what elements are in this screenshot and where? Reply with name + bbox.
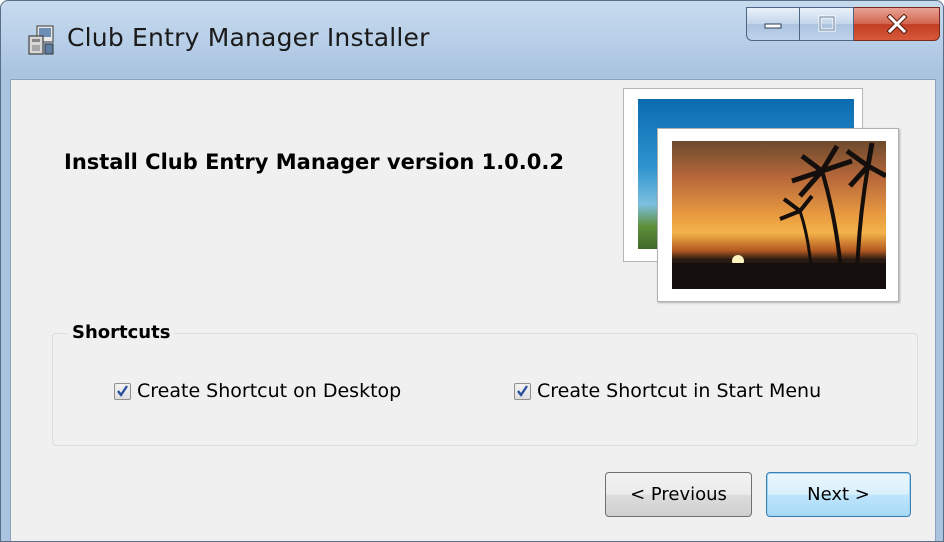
next-button[interactable]: Next > [766, 472, 911, 517]
installer-app-icon [27, 24, 57, 56]
shortcuts-group: Shortcuts Create Shortcut on Desktop Cre… [52, 322, 918, 446]
shortcuts-group-label: Shortcuts [67, 322, 176, 343]
maximize-button[interactable] [800, 7, 854, 41]
close-button[interactable] [854, 7, 940, 41]
start-menu-shortcut-checkmark-box[interactable] [514, 382, 531, 400]
minimize-button[interactable] [746, 7, 800, 41]
installer-window: Club Entry Manager Installer Install Clu… [0, 0, 944, 542]
start-menu-shortcut-label[interactable]: Create Shortcut in Start Menu [537, 380, 821, 402]
previous-button[interactable]: < Previous [605, 472, 752, 517]
maximize-icon [818, 15, 835, 32]
desktop-shortcut-label[interactable]: Create Shortcut on Desktop [137, 380, 401, 402]
checkmark-icon [117, 384, 128, 397]
title-bar[interactable]: Club Entry Manager Installer [1, 1, 943, 79]
install-heading: Install Club Entry Manager version 1.0.0… [64, 150, 564, 174]
palm-trees-graphic [672, 142, 886, 289]
front-photo-illustration [657, 128, 899, 302]
desktop-shortcut-checkbox[interactable]: Create Shortcut on Desktop [114, 380, 401, 402]
desktop-shortcut-checkmark-box[interactable] [114, 382, 131, 400]
window-title: Club Entry Manager Installer [67, 23, 430, 52]
dialog-client-area: Install Club Entry Manager version 1.0.0… [10, 79, 936, 541]
start-menu-shortcut-checkbox[interactable]: Create Shortcut in Start Menu [514, 380, 821, 402]
sunset-photo-image [672, 141, 886, 289]
close-icon [885, 14, 908, 34]
window-controls [746, 7, 940, 43]
minimize-icon [764, 23, 782, 29]
checkmark-icon [517, 384, 528, 397]
